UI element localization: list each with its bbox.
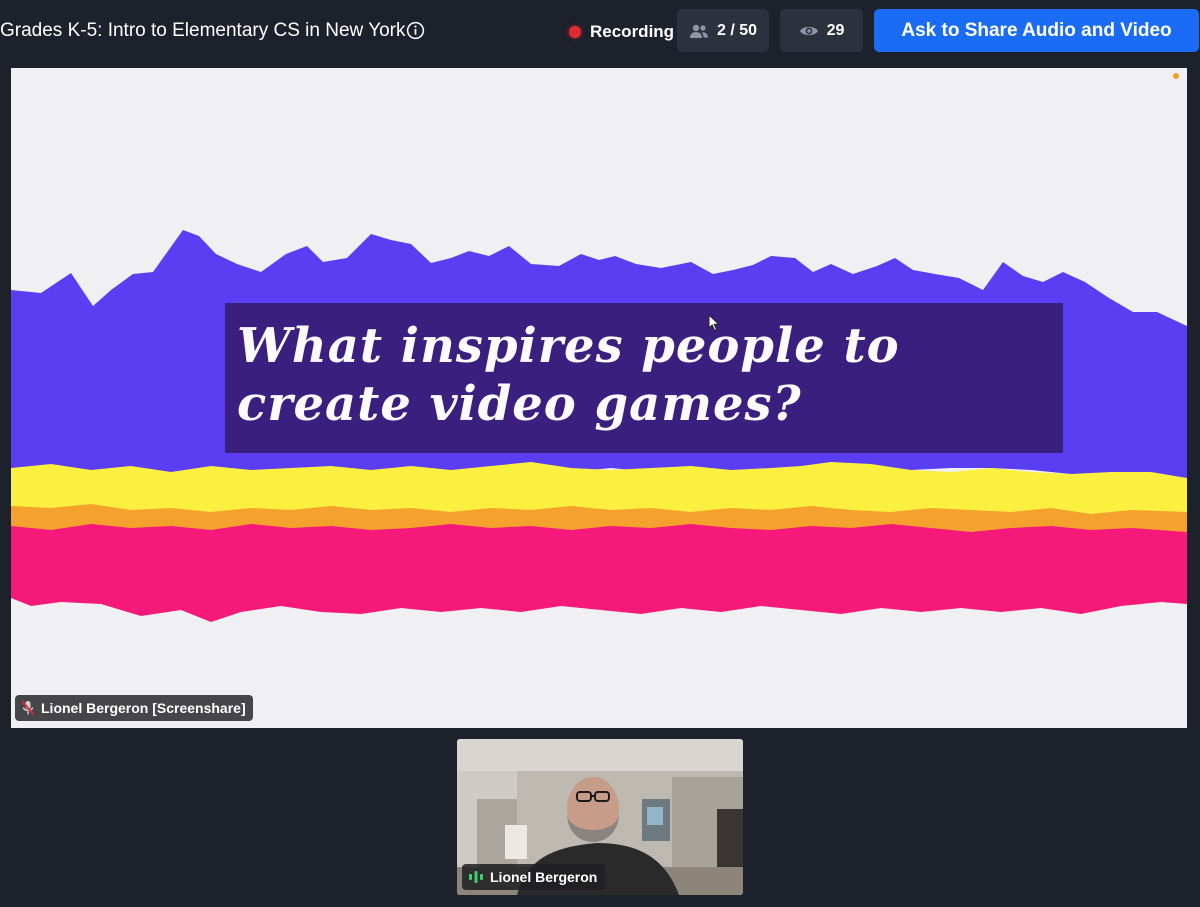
meeting-title: Grades K-5: Intro to Elementary CS in Ne… [0,20,406,41]
eye-icon [799,26,818,35]
slide-question-text: What inspires people to create video gam… [237,318,900,432]
camera-name-tag: Lionel Bergeron [462,864,606,890]
recording-label: Recording [590,22,675,41]
microphone-muted-icon [21,700,35,716]
participant-name: Lionel Bergeron [490,869,598,885]
screenshare-presenter-name: Lionel Bergeron [Screenshare] [41,700,246,716]
screenshare-name-tag: Lionel Bergeron [Screenshare] [15,695,253,721]
participants-count: 2 / 50 [716,21,758,39]
mouse-cursor-icon [708,314,720,332]
recording-indicator: Recording [569,21,674,43]
info-circle-icon[interactable] [406,21,425,40]
participants-button[interactable]: 2 / 50 [677,9,769,52]
status-dot [1173,73,1179,79]
ask-to-share-button[interactable]: Ask to Share Audio and Video [874,9,1199,52]
people-icon [689,24,708,38]
screenshare-view: What inspires people to create video gam… [11,68,1187,728]
slide-question-box: What inspires people to create video gam… [225,303,1063,453]
recording-dot-icon [569,26,581,38]
audio-level-icon [469,871,483,883]
meeting-header: Grades K-5: Intro to Elementary CS in Ne… [0,0,1200,62]
viewers-count: 29 [826,21,845,39]
viewers-button[interactable]: 29 [780,9,863,52]
participant-video-tile[interactable]: Lionel Bergeron [457,739,743,895]
